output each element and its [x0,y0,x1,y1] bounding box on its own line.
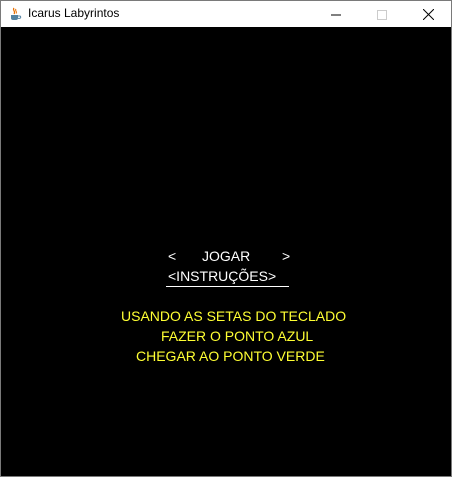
menu-play-option[interactable]: JOGAR [202,248,250,264]
game-canvas[interactable]: < JOGAR > <INSTRUÇÕES> USANDO AS SETAS D… [1,27,451,476]
selection-underline [166,286,289,287]
close-button[interactable] [405,1,451,27]
menu-instructions-option[interactable]: <INSTRUÇÕES> [168,268,276,284]
maximize-icon [377,5,387,24]
window-title: Icarus Labyrintos [28,6,120,20]
minimize-button[interactable] [313,1,359,27]
minimize-icon [331,5,341,24]
app-window: Icarus Labyrintos < JOGAR > <INSTRUÇÕES>… [0,0,452,477]
instruction-line: USANDO AS SETAS DO TECLADO [121,308,347,324]
menu-next-arrow[interactable]: > [282,248,290,264]
title-bar[interactable]: Icarus Labyrintos [1,1,451,27]
java-cup-icon [7,6,23,22]
close-icon [422,5,434,24]
maximize-button[interactable] [359,1,405,27]
instruction-line: CHEGAR AO PONTO VERDE [136,348,325,364]
menu-prev-arrow[interactable]: < [168,248,176,264]
instruction-line: FAZER O PONTO AZUL [161,328,314,344]
